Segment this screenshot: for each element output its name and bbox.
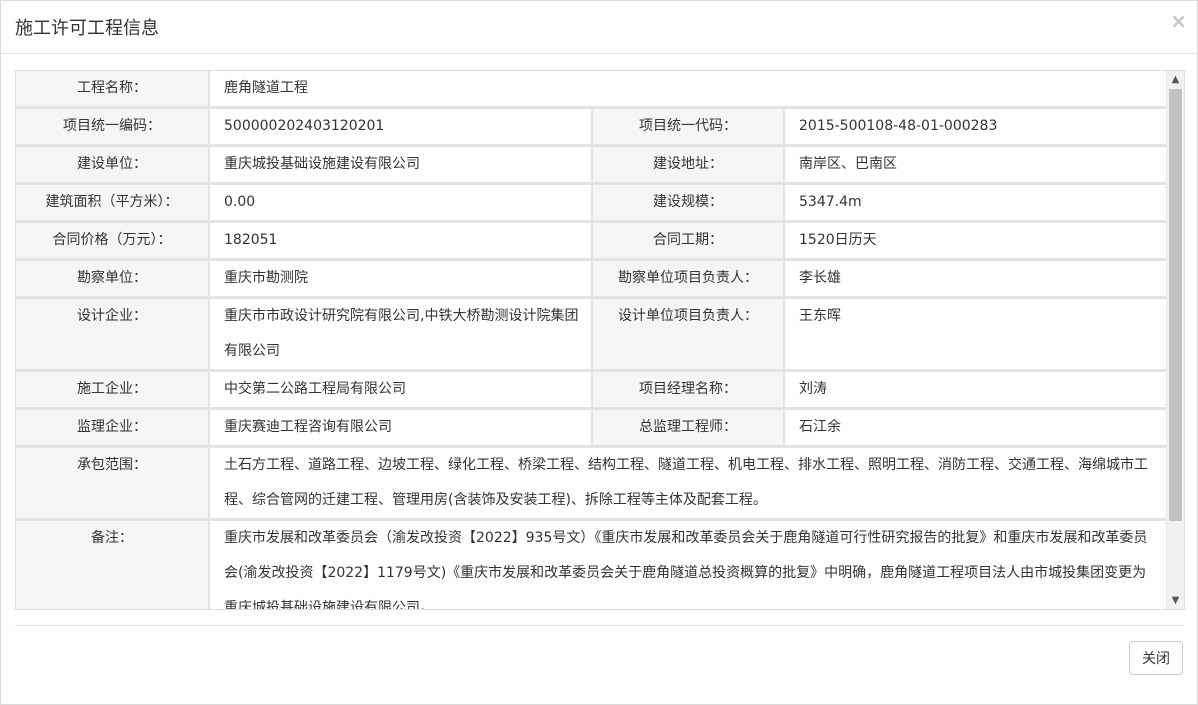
table-row: 备注： 重庆市发展和改革委员会（渝发改投资【2022】935号文）《重庆市发展和… [16,519,1169,609]
label-construction-company: 施工企业： [16,370,210,410]
label-project-name: 工程名称： [16,71,210,109]
value-unified-number: 500000202403120201 [209,107,593,147]
table-row: 监理企业： 重庆赛迪工程咨询有限公司 总监理工程师： 石江余 [16,408,1169,448]
table-row: 建筑面积（平方米）： 0.00 建设规模： 5347.4m [16,183,1169,223]
label-construction-scale: 建设规模： [592,183,785,223]
value-building-area: 0.00 [209,183,593,223]
table-row: 合同价格（万元）： 182051 合同工期： 1520日历天 [16,221,1169,261]
value-survey-unit: 重庆市勘测院 [209,259,593,299]
label-unified-code: 项目统一代码： [592,107,785,147]
label-survey-unit: 勘察单位： [16,259,210,299]
label-contract-scope: 承包范围： [16,446,210,521]
info-content: 工程名称： 鹿角隧道工程 项目统一编码： 500000202403120201 … [16,71,1169,609]
value-construction-address: 南岸区、巴南区 [784,145,1169,185]
vertical-scrollbar[interactable]: ▲ ▼ [1166,71,1184,609]
label-remarks: 备注： [16,519,210,609]
table-row: 工程名称： 鹿角隧道工程 [16,71,1169,109]
value-construction-unit: 重庆城投基础设施建设有限公司 [209,145,593,185]
value-project-manager: 刘涛 [784,370,1169,410]
value-supervision-company: 重庆赛迪工程咨询有限公司 [209,408,593,448]
scroll-up-icon[interactable]: ▲ [1167,71,1184,88]
label-survey-leader: 勘察单位项目负责人： [592,259,785,299]
table-row: 设计企业： 重庆市市政设计研究院有限公司,中铁大桥勘测设计院集团有限公司 设计单… [16,297,1169,372]
value-unified-code: 2015-500108-48-01-000283 [784,107,1169,147]
label-project-manager: 项目经理名称： [592,370,785,410]
table-row: 施工企业： 中交第二公路工程局有限公司 项目经理名称： 刘涛 [16,370,1169,410]
dialog-header: 施工许可工程信息 × [1,1,1197,54]
dialog-title: 施工许可工程信息 [15,18,159,39]
label-construction-unit: 建设单位： [16,145,210,185]
scrollbar-thumb[interactable] [1169,89,1182,521]
info-table: 工程名称： 鹿角隧道工程 项目统一编码： 500000202403120201 … [16,71,1169,609]
value-construction-scale: 5347.4m [784,183,1169,223]
value-remarks: 重庆市发展和改革委员会（渝发改投资【2022】935号文）《重庆市发展和改革委员… [209,519,1169,609]
permit-info-dialog: 施工许可工程信息 × 工程名称： 鹿角隧道工程 项目统一编码： 50000020… [0,0,1198,705]
scroll-down-icon[interactable]: ▼ [1167,592,1184,609]
label-unified-number: 项目统一编码： [16,107,210,147]
value-design-leader: 王东晖 [784,297,1169,372]
value-contract-scope: 土石方工程、道路工程、边坡工程、绿化工程、桥梁工程、结构工程、隧道工程、机电工程… [209,446,1169,521]
value-project-name: 鹿角隧道工程 [209,71,1169,109]
info-scroll-area[interactable]: 工程名称： 鹿角隧道工程 项目统一编码： 500000202403120201 … [15,70,1185,610]
label-building-area: 建筑面积（平方米）： [16,183,210,223]
label-design-company: 设计企业： [16,297,210,372]
label-contract-period: 合同工期： [592,221,785,261]
table-row: 建设单位： 重庆城投基础设施建设有限公司 建设地址： 南岸区、巴南区 [16,145,1169,185]
value-contract-price: 182051 [209,221,593,261]
table-row: 承包范围： 土石方工程、道路工程、边坡工程、绿化工程、桥梁工程、结构工程、隧道工… [16,446,1169,521]
label-construction-address: 建设地址： [592,145,785,185]
value-survey-leader: 李长雄 [784,259,1169,299]
value-chief-supervisor: 石江余 [784,408,1169,448]
value-design-company: 重庆市市政设计研究院有限公司,中铁大桥勘测设计院集团有限公司 [209,297,593,372]
value-construction-company: 中交第二公路工程局有限公司 [209,370,593,410]
label-design-leader: 设计单位项目负责人： [592,297,785,372]
close-button[interactable]: 关闭 [1129,641,1183,675]
label-contract-price: 合同价格（万元）： [16,221,210,261]
value-contract-period: 1520日历天 [784,221,1169,261]
table-row: 勘察单位： 重庆市勘测院 勘察单位项目负责人： 李长雄 [16,259,1169,299]
footer-divider [15,625,1183,626]
close-icon[interactable]: × [1170,9,1187,33]
label-supervision-company: 监理企业： [16,408,210,448]
label-chief-supervisor: 总监理工程师： [592,408,785,448]
table-row: 项目统一编码： 500000202403120201 项目统一代码： 2015-… [16,107,1169,147]
